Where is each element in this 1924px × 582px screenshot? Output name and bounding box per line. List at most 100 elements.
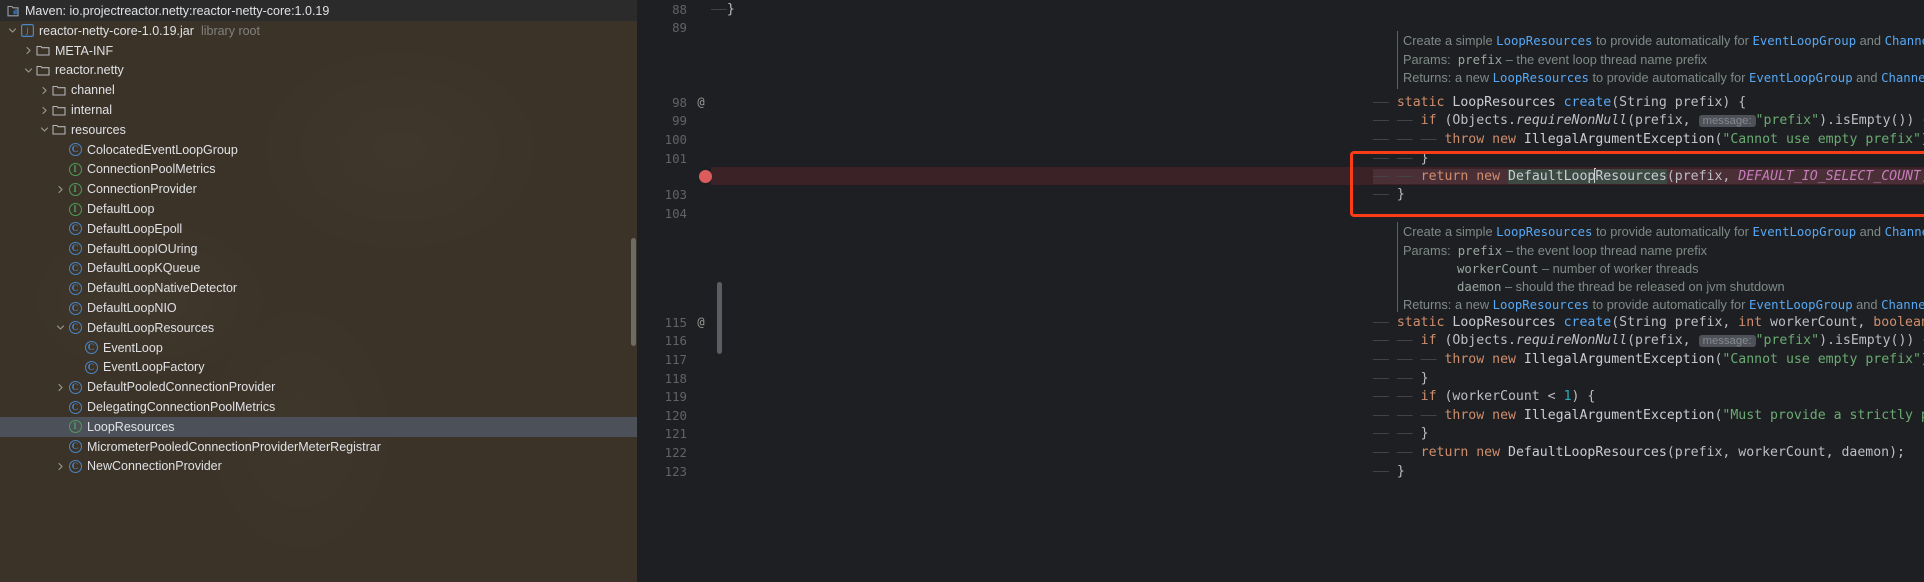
chevron-right-icon[interactable] <box>54 183 67 196</box>
code-token: (Objects. <box>1436 333 1516 349</box>
code-token[interactable]: create <box>1564 95 1612 110</box>
chevron-down-icon[interactable] <box>54 321 67 334</box>
code-line[interactable]: 99 —— —— if (Objects.requireNonNull(pref… <box>637 112 1924 131</box>
javadoc-link[interactable]: Channel <box>1881 71 1924 85</box>
code-line[interactable]: 116 —— —— if (Objects.requireNonNull(pre… <box>637 332 1924 351</box>
class-icon: C <box>67 379 83 395</box>
code-line[interactable]: 104 <box>637 204 1924 223</box>
javadoc-link[interactable]: LoopResources <box>1493 298 1589 312</box>
tree-item-defaultloopepoll[interactable]: C DefaultLoopEpoll <box>0 219 637 239</box>
chevron-right-icon[interactable] <box>54 381 67 394</box>
code-line[interactable]: —— —— return new DefaultLoopResources(pr… <box>637 167 1924 186</box>
chevron-down-icon[interactable] <box>22 64 35 77</box>
tree-item-connectionpoolmetrics[interactable]: I ConnectionPoolMetrics <box>0 160 637 180</box>
tree-scrollbar[interactable] <box>631 238 636 346</box>
javadoc-link[interactable]: EventLoopGroup <box>1749 71 1853 85</box>
code-token: return <box>1420 168 1469 184</box>
tree-item-loopresources[interactable]: I LoopResources <box>0 416 637 437</box>
tree-item-eventloop[interactable]: C EventLoop <box>0 338 637 358</box>
code-token: "Must provide a strictly positive worker… <box>1722 407 1924 423</box>
tree-item-defaultloopnativedetector[interactable]: C DefaultLoopNativeDetector <box>0 278 637 298</box>
tree-item-channel[interactable]: channel <box>0 80 637 100</box>
javadoc-link[interactable]: Channel <box>1885 225 1924 239</box>
interface-icon: I <box>67 201 83 217</box>
code-token: new <box>1492 352 1516 367</box>
code-line[interactable]: 98 @ —— static LoopResources create(Stri… <box>637 93 1924 112</box>
javadoc-link[interactable]: LoopResources <box>1496 225 1592 239</box>
code-editor[interactable]: 88 ——} 89 Create a simple LoopResources … <box>637 0 1924 582</box>
code-line[interactable]: 119 —— —— if (workerCount < 1) { <box>637 387 1924 406</box>
code-line[interactable]: 121 —— —— } <box>637 425 1924 444</box>
code-token[interactable]: DefaultLoopResources <box>1508 445 1667 460</box>
code-token[interactable]: DefaultLoop <box>1508 168 1596 184</box>
tree-item-colocatedeventloopgroup[interactable]: C ColocatedEventLoopGroup <box>0 140 637 160</box>
code-line[interactable]: 100 —— —— —— throw new IllegalArgumentEx… <box>637 130 1924 149</box>
code-line[interactable]: 120 —— —— —— throw new IllegalArgumentEx… <box>637 406 1924 425</box>
code-content[interactable]: 88 ——} 89 Create a simple LoopResources … <box>637 0 1924 582</box>
code-token: DEFAULT_IO_SELECT_COUNT <box>1738 168 1921 184</box>
tree-item-meta-inf[interactable]: META-INF <box>0 41 637 61</box>
javadoc-link[interactable]: LoopResources <box>1493 71 1589 85</box>
code-line[interactable]: 101 —— —— } <box>637 149 1924 168</box>
tree-item-delegatingconnectionpoolmetrics[interactable]: C DelegatingConnectionPoolMetrics <box>0 397 637 417</box>
line-number: 88 <box>672 1 687 17</box>
tree-item-defaultloopiouring[interactable]: C DefaultLoopIOUring <box>0 239 637 259</box>
tree-item-label: META-INF <box>55 43 114 58</box>
tree-item-reactor-netty-core-1-0-19-jar[interactable]: Jreactor-netty-core-1.0.19.jar library ro… <box>0 21 637 41</box>
tree-item-defaultloopnio[interactable]: C DefaultLoopNIO <box>0 298 637 318</box>
javadoc-link[interactable]: EventLoopGroup <box>1752 225 1856 239</box>
code-token: new <box>1476 445 1501 460</box>
javadoc-link[interactable]: Channel <box>1885 34 1924 48</box>
line-number: 120 <box>664 407 687 423</box>
tree-item-label: ConnectionPoolMetrics <box>87 162 216 177</box>
code-line[interactable]: 117 —— —— —— throw new IllegalArgumentEx… <box>637 350 1924 369</box>
javadoc-link[interactable]: Channel <box>1881 298 1924 312</box>
folder-icon <box>51 82 67 98</box>
tree-item-label: LoopResources <box>87 419 175 434</box>
tree-item-newconnectionprovider[interactable]: C NewConnectionProvider <box>0 457 637 477</box>
code-token[interactable]: Resources <box>1595 168 1667 184</box>
line-number: 123 <box>664 463 687 479</box>
tree-item-eventloopfactory[interactable]: C EventLoopFactory <box>0 358 637 378</box>
tree-item-defaultpooledconnectionprovider[interactable]: C DefaultPooledConnectionProvider <box>0 377 637 397</box>
tree-item-connectionprovider[interactable]: I ConnectionProvider <box>0 179 637 199</box>
code-line[interactable]: 115 @ —— static LoopResources create(Str… <box>637 313 1924 332</box>
ide-window: Maven: io.projectreactor.netty:reactor-n… <box>0 0 1924 582</box>
code-token[interactable]: create <box>1564 315 1612 330</box>
code-token: new <box>1492 132 1516 147</box>
chevron-right-icon[interactable] <box>38 84 51 97</box>
javadoc-link[interactable]: EventLoopGroup <box>1749 298 1853 312</box>
chevron-right-icon[interactable] <box>22 44 35 57</box>
code-line[interactable]: 88 ——} <box>637 0 1924 19</box>
chevron-down-icon[interactable] <box>38 123 51 136</box>
code-line[interactable]: 123 —— } <box>637 462 1924 481</box>
project-tree-panel[interactable]: Maven: io.projectreactor.netty:reactor-n… <box>0 0 637 582</box>
tree-item-defaultloopkqueue[interactable]: C DefaultLoopKQueue <box>0 259 637 279</box>
line-number: 119 <box>664 389 687 405</box>
code-token: static <box>1396 94 1445 110</box>
editor-vertical-scrollbar[interactable] <box>717 282 722 354</box>
tree-item-resources[interactable]: resources <box>0 120 637 140</box>
project-tree-header: Maven: io.projectreactor.netty:reactor-n… <box>0 0 637 21</box>
project-tree[interactable]: Jreactor-netty-core-1.0.19.jar library ro… <box>0 21 637 476</box>
chevron-down-icon[interactable] <box>6 24 19 37</box>
javadoc-summary: Create a simple LoopResources to provide… <box>1403 33 1924 48</box>
tree-item-defaultloopresources[interactable]: C DefaultLoopResources <box>0 318 637 338</box>
code-token: } <box>1420 370 1429 386</box>
code-line[interactable]: 122 —— —— return new DefaultLoopResource… <box>637 443 1924 462</box>
javadoc-link[interactable]: LoopResources <box>1496 34 1592 48</box>
chevron-right-icon[interactable] <box>54 460 67 473</box>
javadoc-link[interactable]: EventLoopGroup <box>1752 34 1856 48</box>
tree-item-micrometerpooledconnectionprovidermeterregistrar[interactable]: C MicrometerPooledConnectionProviderMeter… <box>0 437 637 457</box>
override-marker-icon[interactable]: @ <box>693 315 709 329</box>
breakpoint-icon[interactable] <box>699 169 712 183</box>
code-token: } <box>1396 463 1405 479</box>
code-line[interactable]: 118 —— —— } <box>637 369 1924 388</box>
javadoc-left-bar <box>1397 222 1398 312</box>
tree-item-internal[interactable]: internal <box>0 100 637 120</box>
override-marker-icon[interactable]: @ <box>693 95 709 109</box>
tree-item-defaultloop[interactable]: I DefaultLoop <box>0 199 637 219</box>
tree-item-reactor-netty[interactable]: reactor.netty <box>0 61 637 81</box>
chevron-right-icon[interactable] <box>38 104 51 117</box>
code-line[interactable]: 103 —— } <box>637 185 1924 204</box>
